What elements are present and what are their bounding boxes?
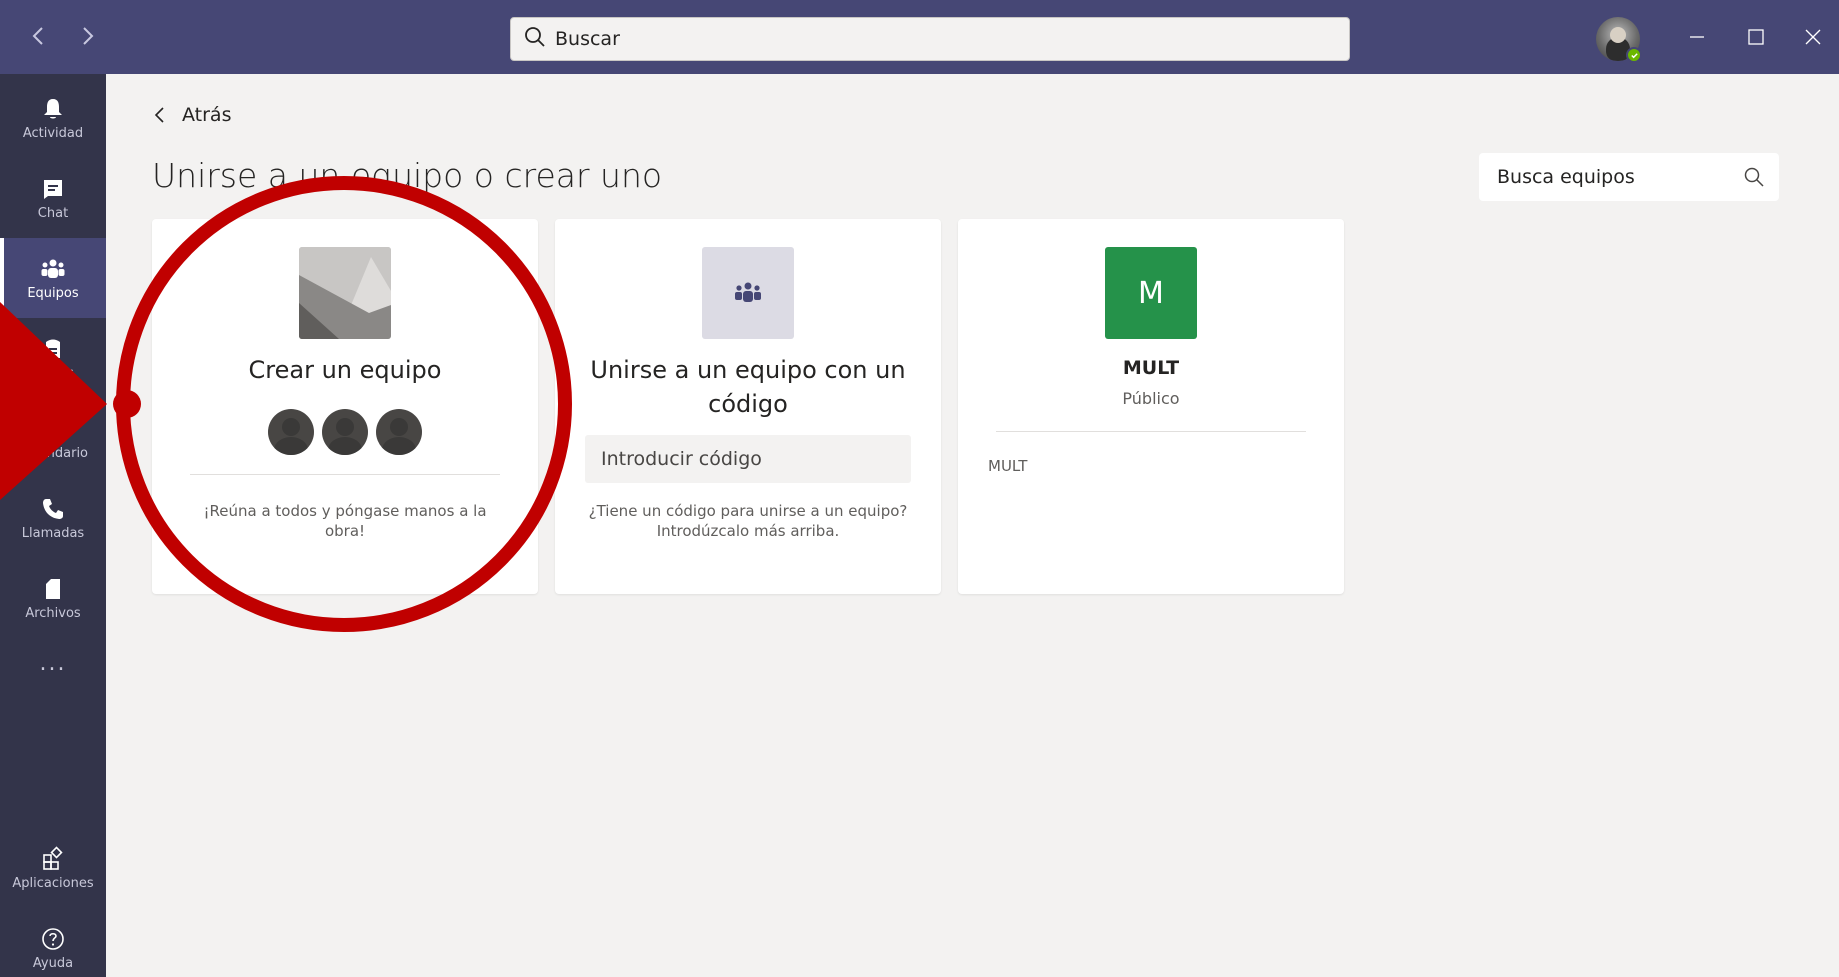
rail-item-llamadas[interactable]: Llamadas [0,478,106,558]
rail-item-label: Llamadas [21,525,85,541]
team-avatar: M [1105,247,1197,339]
rail-item-label: Archivos [25,605,81,621]
presence-available-icon [1626,47,1642,63]
help-icon [42,927,64,950]
rail-item-tareas[interactable]: Tareas [0,318,106,398]
rail-item-label: Actividad [22,125,84,141]
back-link[interactable]: Atrás [152,104,231,126]
rail-item-calendario[interactable]: Calendario [0,398,106,478]
rail-item-label: Equipos [27,285,79,301]
global-search-input[interactable] [555,28,1315,50]
join-with-code-card: Unirse a un equipo con un código ¿Tiene … [555,219,941,594]
close-icon[interactable] [1800,24,1826,50]
rail-item-label: Chat [37,205,69,221]
team-card-mult[interactable]: M MULT Público MULT [958,219,1344,594]
rail-item-label: Tareas [32,365,74,381]
rail-item-archivos[interactable]: Archivos [0,558,106,638]
assignments-icon [46,339,60,358]
team-search-box[interactable] [1479,153,1779,201]
rail-item-aplicaciones[interactable]: Aplicaciones [0,828,106,908]
maximize-icon[interactable] [1743,24,1769,50]
rail-item-actividad[interactable]: Actividad [0,78,106,158]
global-search-box[interactable] [510,17,1350,61]
join-team-description: ¿Tiene un código para unirse a un equipo… [588,502,908,540]
team-privacy: Público [1122,389,1180,408]
app-bar: Actividad Chat Equipos Tareas Calendario… [0,74,106,977]
chevron-left-icon [154,107,164,123]
rail-item-equipos[interactable]: Equipos [0,238,106,318]
avatar-face [1610,27,1626,43]
title-bar [0,0,1839,74]
more-icon: ... [39,650,67,676]
callout-dot [113,390,141,418]
file-icon [46,578,60,599]
join-team-title: Unirse a un equipo con un código [590,356,906,418]
team-code-input[interactable] [585,435,911,483]
rail-item-chat[interactable]: Chat [0,158,106,238]
team-search-input[interactable] [1497,166,1743,188]
join-team-tile [702,247,794,339]
rail-item-label: Aplicaciones [12,875,94,891]
card-divider [190,474,500,475]
phone-icon [43,498,63,519]
person-avatar-icon [322,409,368,455]
rail-item-label: Calendario [17,445,89,461]
forward-arrow-icon[interactable] [76,24,98,52]
rail-item-label: Ayuda [32,955,74,971]
team-description: MULT [988,457,1028,475]
card-divider [996,431,1306,432]
create-team-card[interactable]: Crear un equipo ¡Reúna a todos y póngase… [152,219,538,594]
back-label: Atrás [182,104,232,126]
bell-icon [44,98,62,118]
create-team-title: Crear un equipo [248,356,442,384]
create-team-description: ¡Reúna a todos y póngase manos a la obra… [203,502,487,540]
chat-icon [44,179,62,199]
calendar-icon [44,420,62,438]
person-avatar-icon [376,409,422,455]
team-members-preview [262,409,428,455]
search-icon[interactable] [1743,166,1765,188]
teams-icon [735,282,761,302]
person-avatar-icon [268,409,314,455]
create-team-image-icon [299,247,391,339]
team-name: MULT [1122,357,1180,379]
minimize-icon[interactable] [1684,24,1710,50]
page-title: Unirse a un equipo o crear uno [152,156,663,195]
search-icon [523,25,555,53]
more-apps-button[interactable]: ... [0,638,106,688]
rail-item-ayuda[interactable]: Ayuda [0,908,106,977]
teams-icon [41,259,65,278]
back-arrow-icon[interactable] [28,24,50,52]
apps-icon [43,845,63,870]
history-navigation [28,24,98,52]
